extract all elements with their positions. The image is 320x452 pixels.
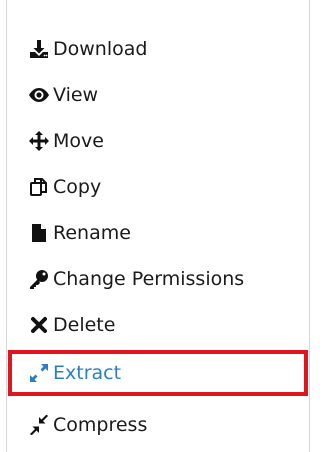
download-icon xyxy=(28,38,50,60)
menu-item-delete[interactable]: Delete xyxy=(8,302,308,348)
menu-item-download[interactable]: Download xyxy=(8,26,308,72)
menu-item-label: Extract xyxy=(53,362,122,384)
menu-item-view[interactable]: View xyxy=(8,72,308,118)
key-icon xyxy=(28,268,50,290)
menu-border xyxy=(6,0,7,452)
menu-item-move[interactable]: Move xyxy=(8,118,308,164)
menu-item-label: Copy xyxy=(53,176,102,198)
menu-item-label: Download xyxy=(53,38,148,60)
file-icon xyxy=(28,222,50,244)
menu-item-label: Move xyxy=(53,130,104,152)
menu-item-label: Rename xyxy=(53,222,131,244)
menu-item-extract[interactable]: Extract xyxy=(8,350,308,396)
compress-icon xyxy=(28,414,50,436)
menu-item-label: View xyxy=(53,84,99,106)
menu-item-compress[interactable]: Compress xyxy=(8,402,308,448)
menu-item-label: Delete xyxy=(53,314,116,336)
copy-icon xyxy=(28,176,50,198)
menu-item-change-permissions[interactable]: Change Permissions xyxy=(8,256,308,302)
context-menu: Download View Move Copy Rename Change Pe… xyxy=(0,0,312,452)
eye-icon xyxy=(28,84,50,106)
expand-icon xyxy=(28,362,50,384)
menu-border xyxy=(309,0,310,452)
menu-item-label: Compress xyxy=(53,414,148,436)
x-icon xyxy=(28,314,50,336)
move-arrows-icon xyxy=(28,130,50,152)
menu-item-copy[interactable]: Copy xyxy=(8,164,308,210)
menu-item-label: Change Permissions xyxy=(53,268,245,290)
menu-item-rename[interactable]: Rename xyxy=(8,210,308,256)
